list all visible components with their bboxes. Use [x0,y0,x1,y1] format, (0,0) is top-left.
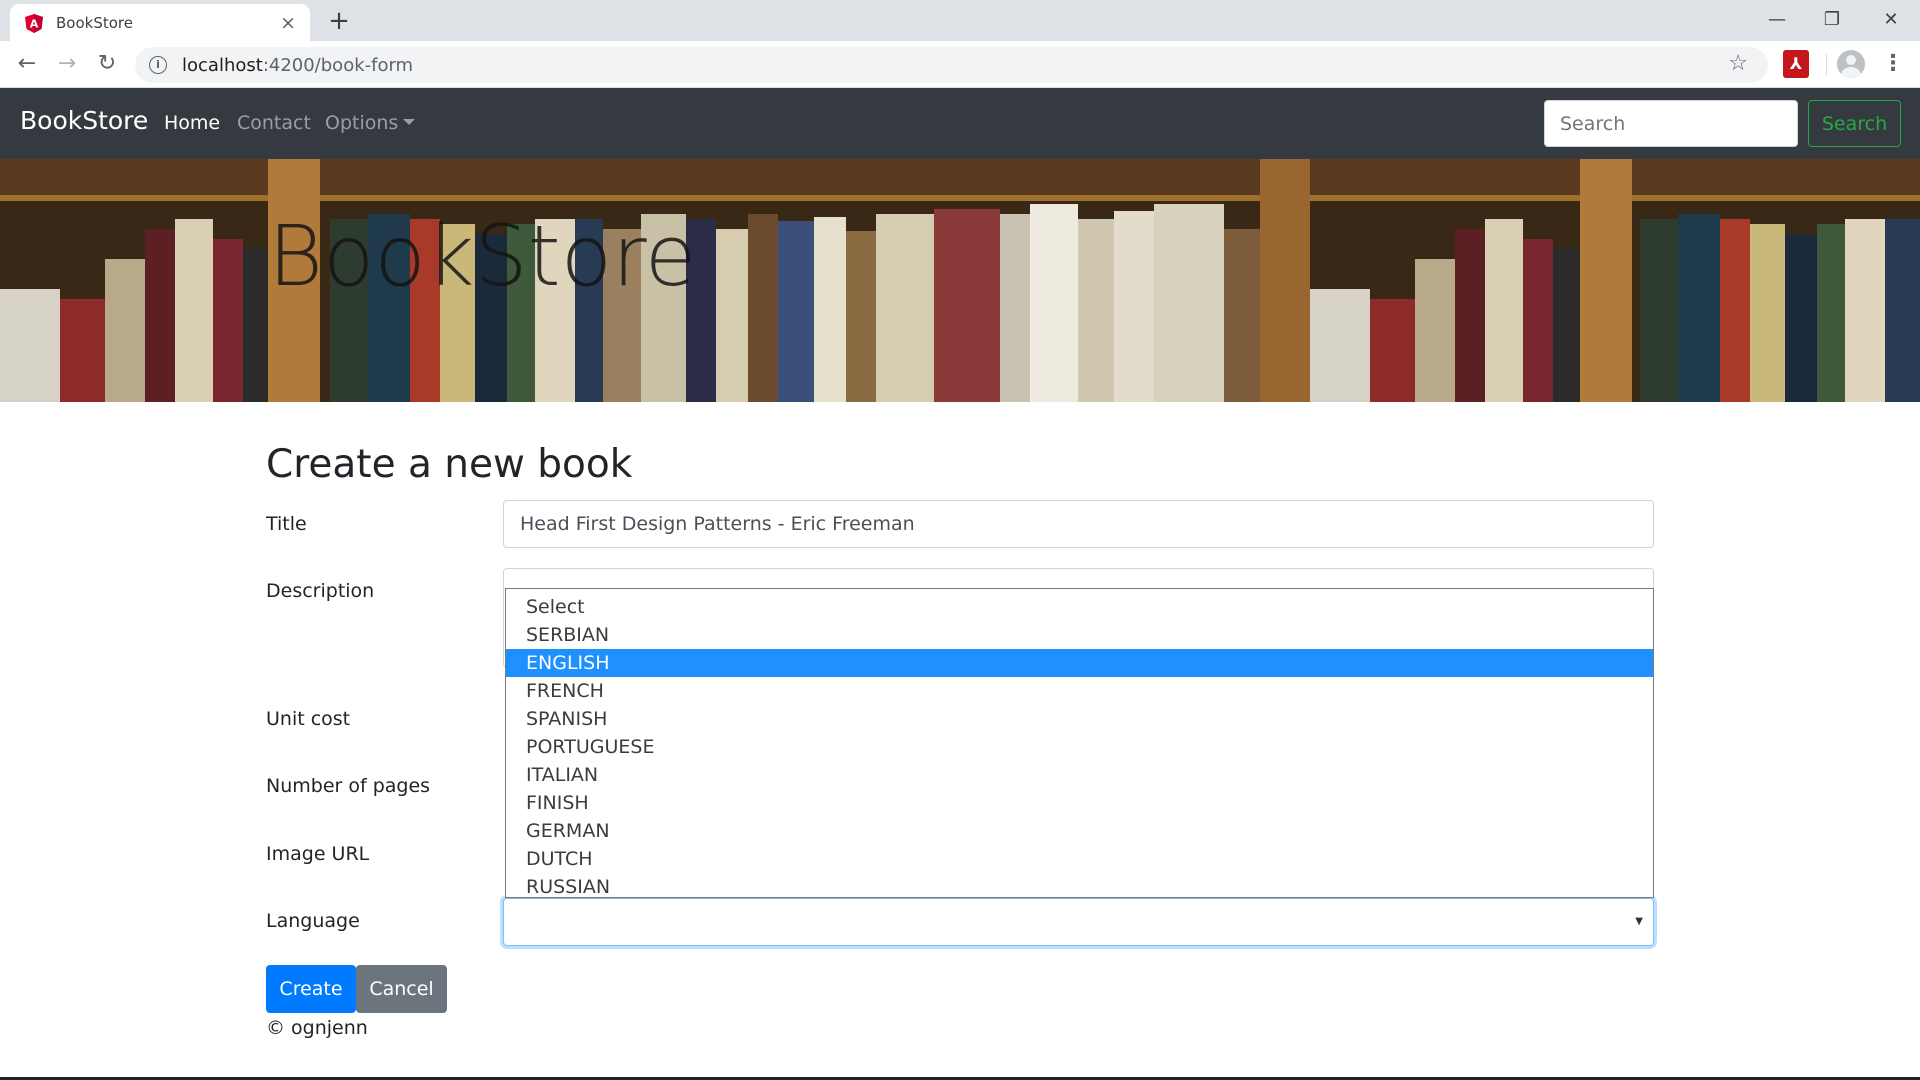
hero-banner: BookStore [0,159,1920,402]
browser-tab[interactable]: A BookStore × [10,4,310,41]
forward-icon[interactable]: → [52,49,82,79]
language-select[interactable]: ▼ [503,898,1654,946]
footer-text: © ognjenn [266,1017,368,1039]
new-tab-icon[interactable]: + [325,7,353,35]
pdf-extension-icon[interactable]: ⅄ [1783,50,1809,78]
language-option[interactable]: GERMAN [506,817,1653,845]
caret-down-icon [403,119,416,125]
navbar-search-button[interactable]: Search [1808,100,1901,147]
tab-close-icon[interactable]: × [280,12,296,34]
angular-icon: A [25,13,43,33]
restore-icon[interactable]: ❐ [1818,6,1846,34]
cancel-button[interactable]: Cancel [356,965,447,1013]
language-option[interactable]: Select [506,593,1653,621]
browser-window: A BookStore × + — ❐ ✕ ← → ↻ i localhost:… [0,0,1920,1080]
create-button[interactable]: Create [266,965,356,1013]
hero-title: BookStore [268,207,697,305]
minimize-icon[interactable]: — [1763,6,1791,34]
language-option[interactable]: SPANISH [506,705,1653,733]
language-option[interactable]: DUTCH [506,845,1653,873]
pages-label: Number of pages [266,775,431,797]
language-option[interactable]: FINISH [506,789,1653,817]
tab-strip: A BookStore × + — ❐ ✕ [0,0,1920,41]
unit-cost-label: Unit cost [266,708,351,730]
page-title: Create a new book [266,442,633,487]
nav-link-home[interactable]: Home [164,112,220,134]
language-option[interactable]: PORTUGUESE [506,733,1653,761]
select-arrow-icon: ▼ [1635,916,1643,927]
url-text: localhost:4200/book-form [182,54,414,76]
image-url-label: Image URL [266,843,370,865]
close-window-icon[interactable]: ✕ [1877,6,1905,34]
nav-dropdown-options[interactable]: Options [325,112,416,134]
language-option[interactable]: FRENCH [506,677,1653,705]
navbar-brand[interactable]: BookStore [20,106,148,135]
tab-title: BookStore [56,13,133,32]
language-option[interactable]: SERBIAN [506,621,1653,649]
language-option-highlighted[interactable]: ENGLISH [506,649,1653,677]
browser-menu-icon[interactable]: ⋮ [1882,49,1904,79]
svg-text:A: A [30,17,39,30]
language-option[interactable]: ITALIAN [506,761,1653,789]
navbar-search-input[interactable] [1544,100,1798,147]
language-option[interactable]: RUSSIAN [506,873,1653,901]
info-icon[interactable]: i [149,56,167,74]
title-label: Title [266,513,307,535]
profile-avatar-icon[interactable] [1837,50,1865,78]
toolbar-separator [1826,54,1827,76]
reload-icon[interactable]: ↻ [92,49,122,79]
language-dropdown-list: Select SERBIAN ENGLISH FRENCH SPANISH PO… [505,588,1654,898]
bookmark-star-icon[interactable]: ☆ [1728,51,1748,76]
nav-dropdown-label: Options [325,112,399,134]
app-navbar: BookStore Home Contact Options Search [0,88,1920,159]
browser-toolbar: ← → ↻ i localhost:4200/book-form ☆ ⅄ ⋮ [0,41,1920,88]
description-label: Description [266,580,375,602]
address-bar[interactable]: i localhost:4200/book-form ☆ [135,47,1768,83]
back-icon[interactable]: ← [12,49,42,79]
language-label: Language [266,910,360,932]
nav-link-contact[interactable]: Contact [237,112,311,134]
title-input[interactable]: Head First Design Patterns - Eric Freema… [503,500,1654,548]
